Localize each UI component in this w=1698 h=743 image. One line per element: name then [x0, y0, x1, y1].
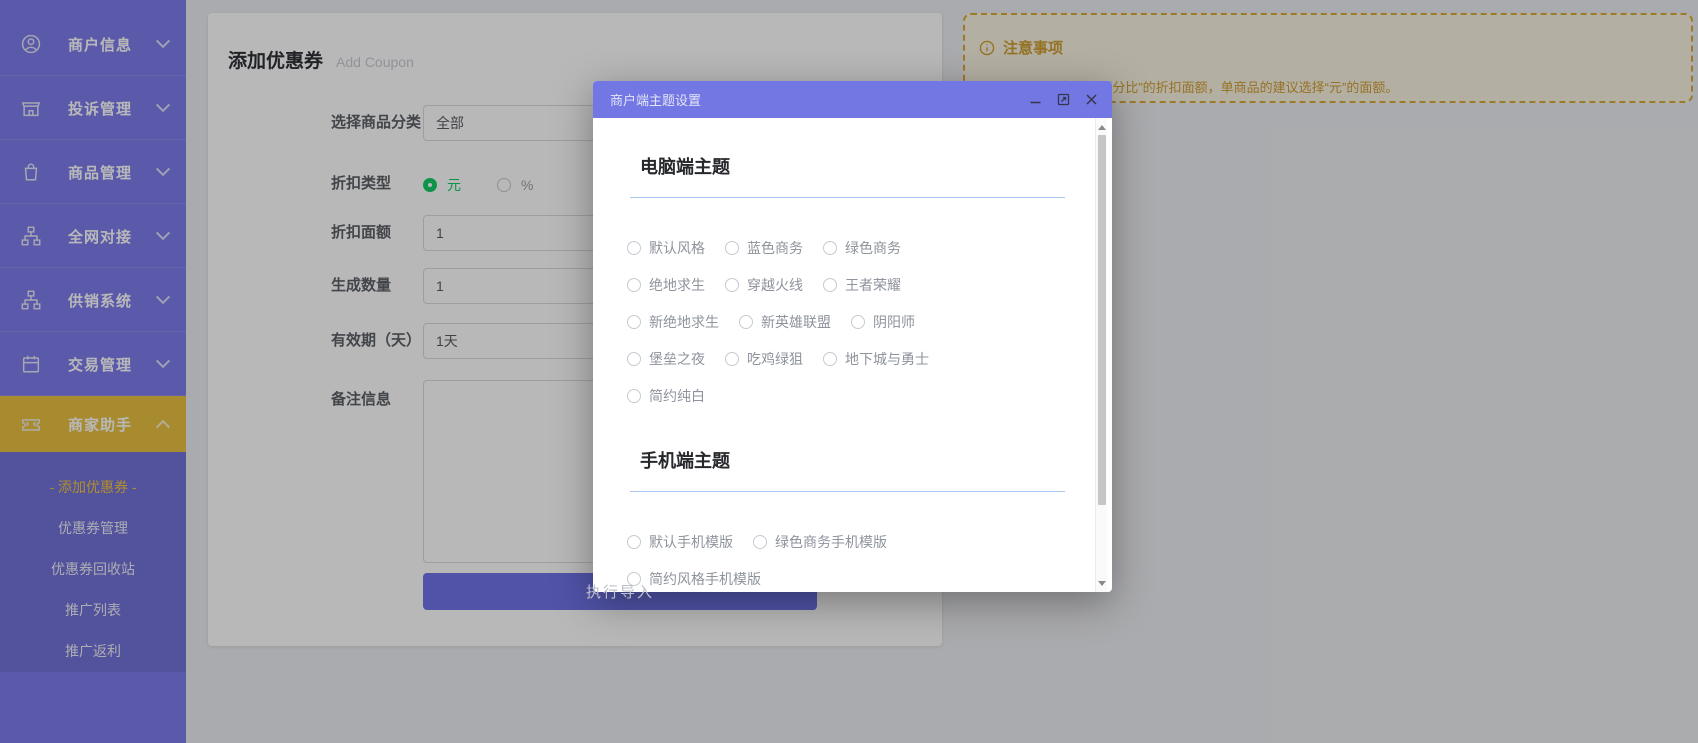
theme-option-label: 简约风格手机模版 — [649, 569, 761, 589]
theme-option[interactable]: 绿色商务 — [823, 238, 901, 258]
modal-body: 电脑端主题默认风格 蓝色商务 绿色商务绝地求生 穿越火线 王者荣耀新绝地求生 新英雄联盟 阴… — [593, 118, 1112, 592]
theme-section-pc: 电脑端主题默认风格 蓝色商务 绿色商务绝地求生 穿越火线 王者荣耀新绝地求生 新英雄联盟 阴… — [640, 156, 1052, 406]
radio-unchecked[interactable] — [627, 241, 641, 255]
modal-scrollbar[interactable] — [1095, 118, 1107, 592]
theme-option[interactable]: 王者荣耀 — [823, 275, 901, 295]
radio-unchecked[interactable] — [627, 389, 641, 403]
radio-unchecked[interactable] — [725, 241, 739, 255]
theme-option-label: 王者荣耀 — [845, 275, 901, 295]
radio-unchecked[interactable] — [725, 278, 739, 292]
theme-option-row: 堡垒之夜 吃鸡绿狙 地下城与勇士 — [627, 349, 1052, 369]
radio-unchecked[interactable] — [739, 315, 753, 329]
theme-option[interactable]: 堡垒之夜 — [627, 349, 705, 369]
modal-titlebar[interactable]: 商户端主题设置 — [593, 81, 1112, 118]
theme-option[interactable]: 新英雄联盟 — [739, 312, 831, 332]
theme-option[interactable]: 默认风格 — [627, 238, 705, 258]
submit-import-label: 执行导入 — [586, 581, 654, 602]
triangle-down-icon — [1098, 581, 1106, 586]
theme-option-row: 绝地求生 穿越火线 王者荣耀 — [627, 275, 1052, 295]
theme-option[interactable]: 默认手机模版 — [627, 532, 733, 552]
theme-option-label: 堡垒之夜 — [649, 349, 705, 369]
expand-icon — [1057, 93, 1070, 106]
theme-section-mobile: 手机端主题默认手机模版 绿色商务手机模版简约风格手机模版 — [640, 450, 1052, 589]
radio-unchecked[interactable] — [851, 315, 865, 329]
theme-option-label: 默认手机模版 — [649, 532, 733, 552]
theme-option-label: 简约纯白 — [649, 386, 705, 406]
modal-title: 商户端主题设置 — [610, 90, 701, 109]
radio-unchecked[interactable] — [725, 352, 739, 366]
section-divider — [630, 197, 1065, 198]
theme-option-row: 默认风格 蓝色商务 绿色商务 — [627, 238, 1052, 258]
theme-section-heading: 手机端主题 — [640, 450, 1052, 472]
theme-option[interactable]: 阴阳师 — [851, 312, 915, 332]
maximize-button[interactable] — [1056, 93, 1070, 107]
radio-unchecked[interactable] — [753, 535, 767, 549]
radio-unchecked[interactable] — [823, 352, 837, 366]
minimize-button[interactable] — [1028, 93, 1042, 107]
scrollbar-thumb[interactable] — [1098, 135, 1106, 505]
scroll-down-button[interactable] — [1096, 576, 1108, 590]
theme-option-label: 阴阳师 — [873, 312, 915, 332]
theme-option-label: 吃鸡绿狙 — [747, 349, 803, 369]
theme-options: 默认风格 蓝色商务 绿色商务绝地求生 穿越火线 王者荣耀新绝地求生 新英雄联盟 阴阳师堡垒之… — [627, 238, 1052, 406]
theme-option[interactable]: 绝地求生 — [627, 275, 705, 295]
theme-option-row: 默认手机模版 绿色商务手机模版 — [627, 532, 1052, 552]
radio-unchecked[interactable] — [823, 241, 837, 255]
theme-option[interactable]: 简约纯白 — [627, 386, 705, 406]
scroll-up-button[interactable] — [1096, 120, 1108, 134]
theme-option-label: 新英雄联盟 — [761, 312, 831, 332]
theme-option-label: 新绝地求生 — [649, 312, 719, 332]
theme-settings-modal: 商户端主题设置 电脑端主题默认风格 蓝色商务 绿色商务绝地求生 穿越火线 王者荣耀新绝地… — [593, 81, 1112, 592]
radio-unchecked[interactable] — [823, 278, 837, 292]
minimize-icon — [1029, 93, 1042, 106]
radio-unchecked[interactable] — [627, 535, 641, 549]
theme-option[interactable]: 新绝地求生 — [627, 312, 719, 332]
section-divider — [630, 491, 1065, 492]
radio-unchecked[interactable] — [627, 352, 641, 366]
theme-option-label: 蓝色商务 — [747, 238, 803, 258]
triangle-up-icon — [1098, 125, 1106, 130]
theme-option-label: 绿色商务 — [845, 238, 901, 258]
theme-option-label: 绿色商务手机模版 — [775, 532, 887, 552]
radio-unchecked[interactable] — [627, 278, 641, 292]
theme-option-row: 简约纯白 — [627, 386, 1052, 406]
radio-unchecked[interactable] — [627, 315, 641, 329]
theme-section-heading: 电脑端主题 — [640, 156, 1052, 178]
close-button[interactable] — [1084, 93, 1098, 107]
theme-option-label: 地下城与勇士 — [845, 349, 929, 369]
theme-options: 默认手机模版 绿色商务手机模版简约风格手机模版 — [627, 532, 1052, 589]
theme-option-row: 简约风格手机模版 — [627, 569, 1052, 589]
theme-option[interactable]: 吃鸡绿狙 — [725, 349, 803, 369]
window-controls — [1028, 93, 1098, 107]
theme-option[interactable]: 蓝色商务 — [725, 238, 803, 258]
close-icon — [1085, 93, 1098, 106]
theme-option-label: 绝地求生 — [649, 275, 705, 295]
theme-option[interactable]: 地下城与勇士 — [823, 349, 929, 369]
theme-option[interactable]: 绿色商务手机模版 — [753, 532, 887, 552]
theme-option-label: 默认风格 — [649, 238, 705, 258]
theme-option-row: 新绝地求生 新英雄联盟 阴阳师 — [627, 312, 1052, 332]
app-root: 商户信息投诉管理商品管理全网对接供销系统交易管理商家助手- 添加优惠券 -优惠券… — [0, 0, 1698, 743]
theme-option[interactable]: 穿越火线 — [725, 275, 803, 295]
theme-option-label: 穿越火线 — [747, 275, 803, 295]
